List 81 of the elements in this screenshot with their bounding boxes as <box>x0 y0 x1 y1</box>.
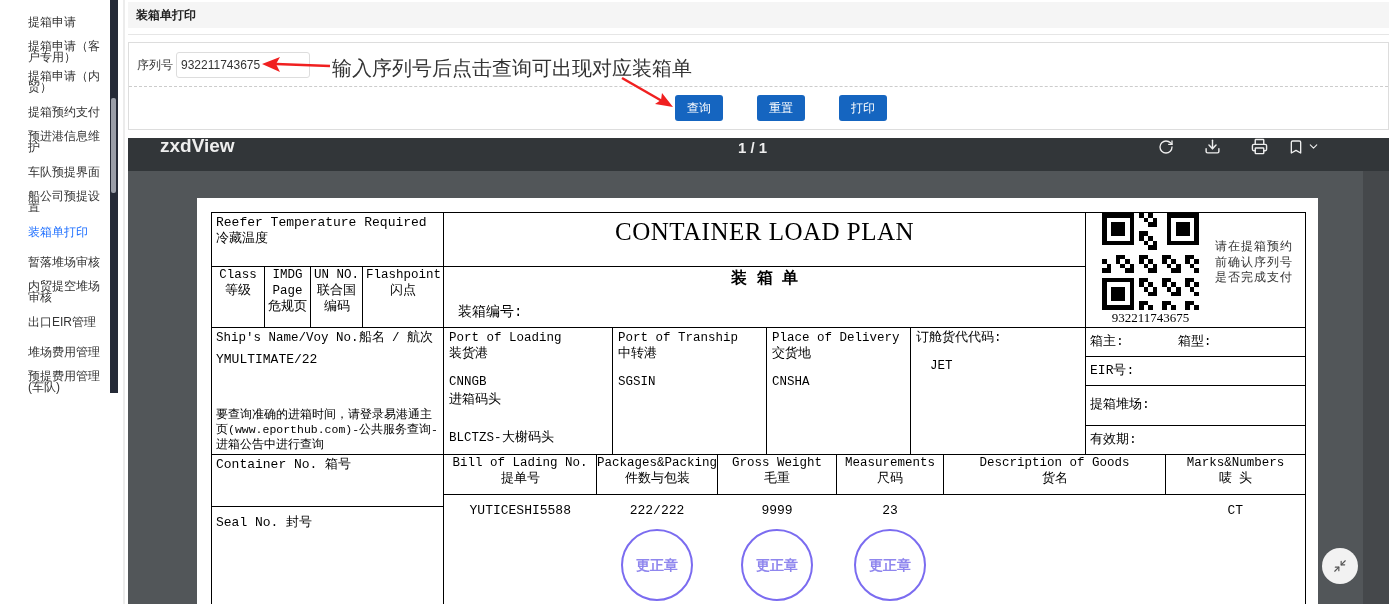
scrollbar-thumb[interactable] <box>111 98 116 193</box>
field-value: YMULTIMATE/22 <box>216 352 319 368</box>
sidebar-item[interactable]: 提箱申请 <box>0 7 125 37</box>
sidebar-item[interactable]: 内贸提空堆场审核 <box>0 277 125 307</box>
field-label: Place of Delivery <box>772 330 901 346</box>
bookmark-icon <box>1288 138 1304 155</box>
viewer-scrollbar[interactable] <box>1363 171 1389 604</box>
sidebar-item[interactable]: 装箱单打印 <box>0 217 125 247</box>
print-icon[interactable] <box>1251 138 1268 155</box>
field-value: CNNGB <box>449 374 488 390</box>
column-header: Gross Weight 毛重 <box>732 456 822 486</box>
page-title: 装箱单打印 <box>128 2 1389 28</box>
field-label: Reefer Temperature Required <box>216 215 428 231</box>
table-cell: 222/222 <box>629 503 685 520</box>
action-button[interactable]: 打印 <box>839 95 887 122</box>
document-subtitle: 装 箱 单 <box>729 269 800 289</box>
serial-number: 932211743675 <box>1111 310 1190 325</box>
field-label: 中转港 <box>618 346 658 362</box>
bookmark-menu[interactable] <box>1288 138 1320 155</box>
field-label: 交货地 <box>772 346 812 362</box>
field-label: Seal No. 封号 <box>216 515 313 530</box>
column-header: IMDG Page 危规页 <box>268 267 307 315</box>
field-label: Container No. 箱号 <box>216 457 352 472</box>
field-value: CNSHA <box>772 374 811 390</box>
viewer-brand: zxdView <box>160 138 235 158</box>
exit-fullscreen-button[interactable] <box>1322 548 1358 584</box>
field-value: JET <box>930 358 954 374</box>
column-header: Packages&Packing 件数与包装 <box>597 456 718 486</box>
table-cell: 9999 <box>761 503 793 520</box>
collapse-icon <box>1333 559 1347 573</box>
download-icon[interactable] <box>1204 138 1221 155</box>
field-label: 有效期: <box>1090 432 1137 448</box>
field-label: 序列号 <box>137 56 173 74</box>
field-value: BLCTZS-大榭码头 <box>449 430 555 446</box>
annotation-text: 输入序列号后点击查询可出现对应装箱单 <box>332 56 692 81</box>
field-label: EIR号: <box>1090 362 1135 379</box>
field-label: 箱主: <box>1090 333 1124 350</box>
input-field[interactable]: 932211743675 <box>176 51 310 78</box>
column-header: Class 等级 <box>218 267 258 299</box>
field-label: 装货港 <box>449 346 489 362</box>
field-label: 箱型: <box>1177 333 1212 350</box>
correction-stamp: 更正章 <box>621 529 693 602</box>
correction-stamp: 更正章 <box>741 529 813 602</box>
correction-stamp: 更正章 <box>854 529 926 602</box>
table-cell: 23 <box>882 503 898 520</box>
sidebar-item[interactable]: 提箱申请（客户专用） <box>0 37 125 67</box>
field-label: 冷藏温度 <box>216 231 269 247</box>
field-label: 订舱货代代码: <box>916 330 1003 346</box>
column-header: Bill of Lading No. 提单号 <box>452 456 588 486</box>
sidebar-item[interactable]: 堆场费用管理 <box>0 337 125 367</box>
sidebar-item[interactable]: 提箱预约支付 <box>0 97 125 127</box>
field-label: 装箱编号: <box>458 304 524 320</box>
sidebar-item[interactable]: 提箱申请（内贸） <box>0 67 125 97</box>
field-label: Port of Loading <box>449 330 563 346</box>
sidebar-item[interactable]: 车队预提界面 <box>0 157 125 187</box>
field-label: 进箱码头 <box>449 392 502 408</box>
sidebar-item[interactable]: 预提费用管理(车队) <box>0 367 125 397</box>
sidebar-item[interactable]: 预进港信息维护 <box>0 127 125 157</box>
column-header: UN NO. 联合国编码 <box>314 267 359 315</box>
rotate-icon[interactable] <box>1158 138 1174 155</box>
annotation-arrow <box>621 76 673 107</box>
field-value: SGSIN <box>618 374 657 390</box>
sidebar-item[interactable]: 出口EIR管理 <box>0 307 125 337</box>
sidebar-item[interactable]: 暂落堆场审核 <box>0 247 125 277</box>
document-title: CONTAINER LOAD PLAN <box>614 217 915 247</box>
action-button[interactable]: 查询 <box>675 95 723 122</box>
table-cell: YUTICESHI5588 <box>469 503 571 520</box>
action-button[interactable]: 重置 <box>757 95 805 122</box>
page-indicator: 1 / 1 <box>738 138 768 158</box>
field-label: Port of Tranship <box>618 330 740 346</box>
field-label: Ship's Name/Voy No.船名 / 航次 <box>216 330 435 346</box>
field-label: 提箱堆场: <box>1090 397 1150 414</box>
info-note: 要查询准确的进箱时间，请登录易港通主页(www.eporthub.com)-公共服务查询-进箱公告中进行查询 <box>216 407 439 452</box>
column-header: Marks&Numbers 唛 头 <box>1186 456 1285 486</box>
column-header: Measurements 尺码 <box>845 456 935 486</box>
table-cell: CT <box>1227 503 1244 520</box>
column-header: Description of Goods 货名 <box>979 456 1130 486</box>
annotation-arrow <box>262 57 331 72</box>
sidebar-item[interactable]: 船公司预提设置 <box>0 187 125 217</box>
payment-note: 请在提箱预约前确认序列号是否完成支付 <box>1215 239 1295 286</box>
column-header: Flashpoint 闪点 <box>366 267 440 299</box>
